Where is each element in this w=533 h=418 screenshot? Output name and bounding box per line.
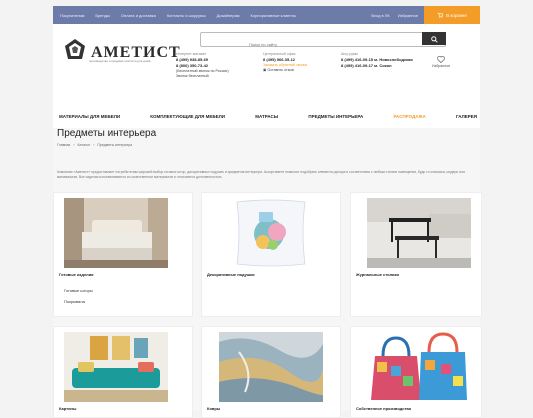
nav-item-gallery[interactable]: ГАЛЕРЕЯ bbox=[456, 114, 477, 119]
breadcrumb-home[interactable]: Главная bbox=[57, 143, 70, 147]
review-link[interactable]: ▣ Оставить отзыв bbox=[263, 68, 307, 73]
search-box bbox=[200, 32, 449, 50]
card-title: Ковры bbox=[207, 406, 221, 411]
nav-item-sale[interactable]: РАСПРОДАЖА bbox=[393, 114, 425, 119]
contact-block-shop: Интернет-магазин 8 (499) 938-85-69 8 (80… bbox=[176, 52, 229, 79]
top-link-designers[interactable]: Дизайнерам bbox=[217, 13, 240, 18]
top-link-customers[interactable]: Покупателям bbox=[60, 13, 84, 18]
card-image bbox=[64, 332, 168, 402]
contact-block-office: Центральный офис 8 (495) 966-35-12 Заказ… bbox=[263, 52, 307, 73]
logo[interactable]: АМЕТИСТ производство и продажа текстиля … bbox=[63, 38, 181, 67]
category-card-own-production[interactable]: Собственное производство bbox=[350, 326, 482, 418]
main-nav: МАТЕРИАЛЫ ДЛЯ МЕБЕЛИ КОМПЛЕКТУЮЩИЕ ДЛЯ М… bbox=[59, 114, 477, 119]
category-card-paintings[interactable]: Картины bbox=[53, 326, 193, 418]
contact-block-showrooms: Шоу-румы 8 (499) 416-09-15 м. Новослобод… bbox=[341, 52, 413, 69]
top-bar: Покупателям Бренды Оплата и доставка Кон… bbox=[53, 6, 480, 24]
contact-phone[interactable]: 8 (499) 416-09-17 м. Сокол bbox=[341, 63, 391, 68]
category-description: Компания «Аметист» предоставляет потреби… bbox=[57, 170, 465, 179]
top-link-delivery[interactable]: Оплата и доставка bbox=[121, 13, 156, 18]
site-header: АМЕТИСТ производство и продажа текстиля … bbox=[53, 24, 480, 128]
card-title: Журнальные столики bbox=[356, 272, 399, 277]
category-card-carpets[interactable]: Ковры bbox=[201, 326, 341, 418]
cart-label: В корзине bbox=[446, 12, 467, 18]
card-image bbox=[219, 332, 323, 402]
card-title: Картины bbox=[59, 406, 77, 411]
top-links: Покупателям Бренды Оплата и доставка Кон… bbox=[53, 13, 371, 18]
logo-tagline: производство и продажа текстиля для дома bbox=[89, 59, 151, 63]
top-right: Вход в ЛК Избранное bbox=[371, 13, 418, 18]
card-title: Декоративные подушки bbox=[207, 272, 255, 277]
comment-icon: ▣ bbox=[263, 68, 267, 72]
card-image bbox=[64, 198, 168, 268]
card-title: Готовые изделия bbox=[59, 272, 94, 277]
breadcrumb-current: Предметы интерьера bbox=[97, 143, 133, 147]
breadcrumb: Главная › Каталог › Предметы интерьера bbox=[57, 143, 133, 147]
contact-phone[interactable]: 8 (495) 966-35-12 bbox=[263, 57, 295, 62]
breadcrumb-catalog[interactable]: Каталог bbox=[78, 143, 91, 147]
heart-icon bbox=[432, 56, 450, 64]
card-title: Собственное производство bbox=[356, 406, 412, 411]
favorites-button[interactable]: Избранное bbox=[432, 56, 450, 68]
card-subitem-curtains[interactable]: Готовые шторы bbox=[64, 288, 93, 293]
search-icon bbox=[430, 30, 438, 48]
contact-phone[interactable]: 8 (800) 350-73-42 bbox=[176, 63, 208, 68]
card-image bbox=[367, 332, 471, 402]
search-input[interactable] bbox=[201, 39, 449, 50]
logo-mark-icon bbox=[63, 38, 87, 67]
category-card-coffee-tables[interactable]: Журнальные столики bbox=[350, 192, 482, 317]
contact-phone[interactable]: 8 (499) 416-09-15 м. Новослободская bbox=[341, 57, 413, 62]
nav-item-mattresses[interactable]: МАТРАСЫ bbox=[255, 114, 278, 119]
account-link[interactable]: Вход в ЛК bbox=[371, 13, 389, 18]
top-link-corporate[interactable]: Корпоративные клиенты bbox=[251, 13, 297, 18]
category-card-ready-made[interactable]: Готовые изделия Готовые шторы Покрывала bbox=[53, 192, 193, 317]
card-subitem-bedspreads[interactable]: Покрывала bbox=[64, 299, 85, 304]
card-image bbox=[219, 198, 323, 268]
review-link-label: Оставить отзыв bbox=[267, 68, 294, 72]
nav-item-interior[interactable]: ПРЕДМЕТЫ ИНТЕРЬЕРА bbox=[308, 114, 363, 119]
contact-phone[interactable]: 8 (499) 938-85-69 bbox=[176, 57, 208, 62]
wishlist-link[interactable]: Избранное bbox=[398, 13, 418, 18]
page-title: Предметы интерьера bbox=[57, 128, 157, 139]
contact-note: Звонок бесплатный bbox=[176, 74, 209, 78]
search-button[interactable] bbox=[422, 32, 446, 45]
main-content: Предметы интерьера Главная › Каталог › Пре… bbox=[53, 128, 482, 418]
cart-button[interactable]: В корзине bbox=[424, 6, 480, 24]
category-card-pillows[interactable]: Декоративные подушки bbox=[201, 192, 341, 317]
top-link-brands[interactable]: Бренды bbox=[95, 13, 110, 18]
cart-icon bbox=[437, 12, 444, 19]
nav-item-furniture-materials[interactable]: МАТЕРИАЛЫ ДЛЯ МЕБЕЛИ bbox=[59, 114, 120, 119]
card-image bbox=[367, 198, 471, 268]
favorites-label: Избранное bbox=[432, 64, 451, 68]
nav-item-furniture-components[interactable]: КОМПЛЕКТУЮЩИЕ ДЛЯ МЕБЕЛИ bbox=[150, 114, 225, 119]
top-link-contacts[interactable]: Контакты и шоурумы bbox=[167, 13, 206, 18]
